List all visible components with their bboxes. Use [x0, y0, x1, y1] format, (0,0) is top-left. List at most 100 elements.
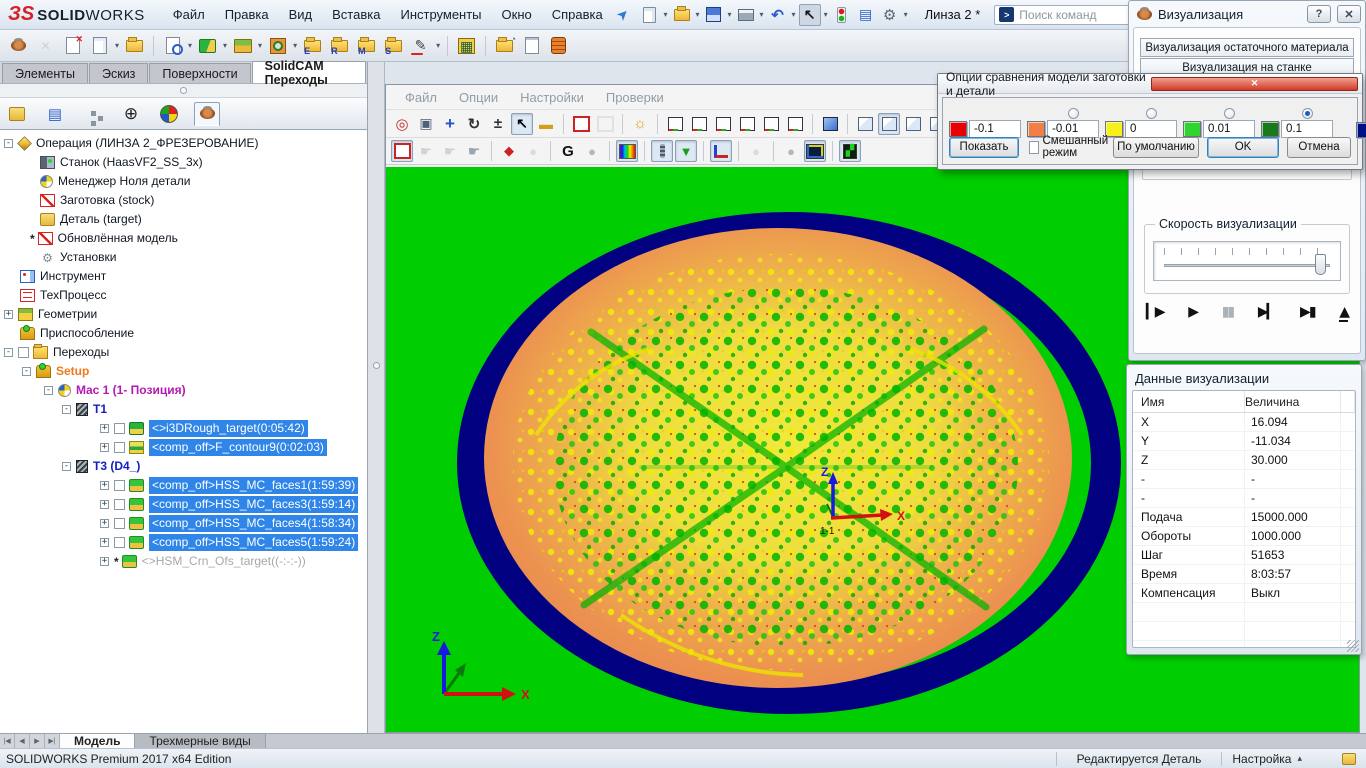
expand-box-icon[interactable]: + [100, 500, 109, 509]
threshold-radio-3[interactable] [1146, 108, 1157, 119]
zoom-fit-icon[interactable] [391, 113, 413, 135]
collapse-box-icon[interactable]: - [22, 367, 31, 376]
gouge-check-icon[interactable] [780, 140, 802, 162]
play-button[interactable]: ▶ [1188, 304, 1197, 320]
rotate-view-icon[interactable] [463, 113, 485, 135]
menu-item-5[interactable]: Инструменты [390, 3, 491, 26]
data-panel-header[interactable]: Данные визуализации [1127, 365, 1361, 391]
settings-gear-icon[interactable] [879, 4, 901, 26]
tree-row[interactable]: Приспособление [0, 324, 367, 343]
rtable-folder-icon[interactable]: R [327, 33, 352, 58]
tree-row[interactable]: +*<>HSM_Crn_Ofs_target((-:-:-)) [0, 552, 367, 571]
step-button[interactable]: ▶▮ [1300, 304, 1314, 320]
toolpath-icon[interactable] [195, 33, 220, 58]
chevron-down-icon[interactable]: ▾ [663, 10, 667, 19]
chevron-down-icon[interactable]: ▾ [258, 41, 262, 50]
tree-row[interactable]: Установки [0, 248, 367, 267]
speed-slider[interactable] [1153, 241, 1341, 281]
show-holder-icon[interactable] [675, 140, 697, 162]
single-step-icon[interactable] [581, 140, 603, 162]
cancel-button[interactable]: Отмена [1287, 137, 1351, 158]
tab-2[interactable]: Эскиз [89, 63, 148, 83]
expand-box-icon[interactable]: + [100, 557, 109, 566]
expand-box-icon[interactable]: + [100, 519, 109, 528]
tree-row[interactable]: +<comp_off>HSS_MC_faces3(1:59:14) [0, 495, 367, 514]
solid-display-icon[interactable] [570, 113, 592, 135]
model-tab-1[interactable]: Модель [60, 734, 135, 748]
options-list-icon[interactable] [855, 4, 877, 26]
sim-menu-item-4[interactable]: Проверки [597, 88, 673, 107]
view-top-icon[interactable] [760, 113, 782, 135]
collapse-box-icon[interactable]: - [62, 462, 71, 471]
dialog-close-icon[interactable]: ✕ [1151, 77, 1358, 91]
expand-box-icon[interactable]: + [100, 443, 109, 452]
threshold-radio-4[interactable] [1224, 108, 1235, 119]
panel-splitter[interactable] [368, 62, 385, 733]
sim-menu-item-3[interactable]: Настройки [511, 88, 593, 107]
dialog-titlebar[interactable]: Опции сравнения модели заготовки и детал… [938, 74, 1362, 94]
chevron-down-icon[interactable]: ▾ [188, 41, 192, 50]
tree-row[interactable]: Инструмент [0, 267, 367, 286]
collapse-handle-icon[interactable] [180, 87, 187, 94]
pan-icon[interactable] [439, 113, 461, 135]
status-lights-icon[interactable] [831, 4, 853, 26]
edit-pen-icon[interactable] [408, 33, 433, 58]
tree-checkbox[interactable] [114, 423, 125, 434]
gcode-icon[interactable] [557, 140, 579, 162]
view-bottom-icon[interactable] [784, 113, 806, 135]
chevron-down-icon[interactable]: ▾ [904, 10, 908, 19]
light-icon[interactable] [629, 113, 651, 135]
tree-row[interactable]: Станок (HaasVF2_SS_3x) [0, 153, 367, 172]
menu-item-6[interactable]: Окно [492, 3, 542, 26]
expand-box-icon[interactable]: + [4, 310, 13, 319]
pin-icon[interactable]: ➤ [612, 4, 632, 24]
select-arrow-icon[interactable] [799, 4, 821, 26]
chevron-down-icon[interactable]: ▾ [824, 10, 828, 19]
tree-row[interactable]: Менеджер Ноля детали [0, 172, 367, 191]
target-display-icon[interactable] [498, 140, 520, 162]
configuration-manager-tab-icon[interactable] [80, 102, 106, 126]
mixed-mode-checkbox[interactable] [1029, 141, 1039, 154]
tree-row[interactable]: -Mac 1 (1- Позиция) [0, 381, 367, 400]
expand-box-icon[interactable]: + [100, 538, 109, 547]
machine-monitor-icon[interactable] [839, 140, 861, 162]
search-command-icon[interactable]: > [999, 7, 1014, 22]
tree-row[interactable]: Деталь (target) [0, 210, 367, 229]
open-document-icon[interactable] [671, 4, 693, 26]
tree-row[interactable]: -T1 [0, 400, 367, 419]
chevron-down-icon[interactable]: ▾ [115, 41, 119, 50]
expand-box-icon[interactable]: + [100, 424, 109, 433]
shaded-view-icon[interactable] [819, 113, 841, 135]
stock-box-icon[interactable] [265, 33, 290, 58]
database-icon[interactable] [546, 33, 571, 58]
tree-row[interactable]: +<comp_off>HSS_MC_faces5(1:59:24) [0, 533, 367, 552]
undo-icon[interactable] [767, 4, 789, 26]
chevron-down-icon[interactable]: ▾ [223, 41, 227, 50]
new-cam-part-icon[interactable] [87, 33, 112, 58]
isometric-view-icon[interactable] [854, 113, 876, 135]
nav-first-icon[interactable]: |◀ [0, 734, 15, 748]
tree-row[interactable]: +Геометрии [0, 305, 367, 324]
recent-files-icon[interactable]: ◔ [492, 33, 517, 58]
stable-folder-icon[interactable]: S [381, 33, 406, 58]
threshold-radio-2[interactable] [1068, 108, 1079, 119]
tree-checkbox[interactable] [114, 518, 125, 529]
tree-checkbox[interactable] [18, 347, 29, 358]
menu-item-3[interactable]: Вид [279, 3, 323, 26]
machine-simulation-icon[interactable] [804, 140, 826, 162]
show-tool-icon[interactable] [651, 140, 673, 162]
view-right-icon[interactable] [736, 113, 758, 135]
collapse-box-icon[interactable]: - [44, 386, 53, 395]
view-document-icon[interactable] [160, 33, 185, 58]
sim-menu-item-1[interactable]: Файл [396, 88, 446, 107]
tab-1[interactable]: Элементы [2, 63, 88, 83]
select-cursor-icon[interactable] [511, 113, 533, 135]
stock-display-icon[interactable] [391, 140, 413, 162]
visualization-panel-header[interactable]: Визуализация ? ✕ [1129, 1, 1365, 27]
tree-row[interactable]: Заготовка (stock) [0, 191, 367, 210]
property-manager-tab-icon[interactable] [42, 102, 68, 126]
tree-row[interactable]: ТехПроцесс [0, 286, 367, 305]
menu-item-7[interactable]: Справка [542, 3, 613, 26]
zoom-window-icon[interactable] [415, 113, 437, 135]
close-button[interactable]: ✕ [1337, 5, 1361, 23]
